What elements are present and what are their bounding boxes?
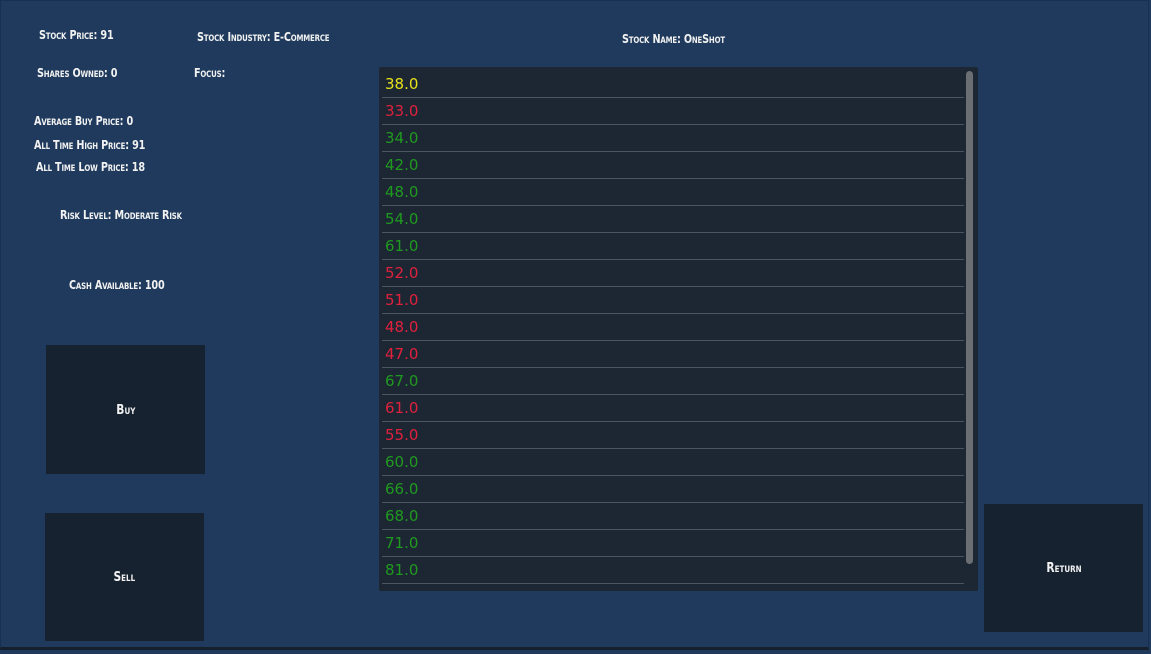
price-value: 54.0 <box>385 210 419 228</box>
price-value: 61.0 <box>385 237 419 255</box>
price-history-row: 81.0 <box>382 557 964 584</box>
sell-button[interactable]: Sell <box>45 513 204 641</box>
price-value: 51.0 <box>385 291 419 309</box>
buy-button[interactable]: Buy <box>46 345 205 474</box>
average-buy-price-label: Average Buy Price: 0 <box>34 113 134 128</box>
price-history-row: 54.0 <box>382 206 964 233</box>
risk-level-label: Risk Level: Moderate Risk <box>60 207 182 222</box>
price-history-row: 48.0 <box>382 314 964 341</box>
price-history-row: 42.0 <box>382 152 964 179</box>
price-history-row: 71.0 <box>382 530 964 557</box>
price-history-row: 47.0 <box>382 341 964 368</box>
price-history-row: 66.0 <box>382 476 964 503</box>
price-list-scrollbar[interactable] <box>966 71 973 564</box>
price-value: 68.0 <box>385 507 419 525</box>
price-history-list[interactable]: 38.0 33.0 34.0 42.0 48.0 54.0 61.0 52.0 51.0 48.0… <box>379 67 978 591</box>
price-history-row: 55.0 <box>382 422 964 449</box>
price-history-row: 60.0 <box>382 449 964 476</box>
sell-button-label: Sell <box>113 569 136 585</box>
buy-button-label: Buy <box>115 401 136 418</box>
price-history-row: 38.0 <box>382 71 964 98</box>
price-value: 66.0 <box>385 480 419 498</box>
return-button-label: Return <box>1045 560 1082 576</box>
price-history-row: 51.0 <box>382 287 964 314</box>
price-value: 55.0 <box>385 426 419 444</box>
stock-name-label: Stock Name: OneShot <box>622 31 725 46</box>
price-value: 67.0 <box>385 372 419 390</box>
stock-industry-label: Stock Industry: E-Commerce <box>197 29 330 44</box>
price-value: 33.0 <box>385 102 419 120</box>
price-value: 38.0 <box>385 75 419 93</box>
price-history-row: 61.0 <box>382 233 964 260</box>
focus-label: Focus: <box>194 65 226 80</box>
price-value: 61.0 <box>385 399 419 417</box>
price-history-row: 67.0 <box>382 368 964 395</box>
return-button[interactable]: Return <box>984 504 1143 632</box>
price-value: 48.0 <box>385 318 419 336</box>
shares-owned-label: Shares Owned: 0 <box>37 65 118 80</box>
all-time-high-label: All Time High Price: 91 <box>34 137 146 152</box>
price-history-row: 61.0 <box>382 395 964 422</box>
price-history-row: 33.0 <box>382 98 964 125</box>
price-history-row: 68.0 <box>382 503 964 530</box>
price-value: 81.0 <box>385 561 419 579</box>
price-value: 34.0 <box>385 129 419 147</box>
price-value: 48.0 <box>385 183 419 201</box>
price-value: 42.0 <box>385 156 419 174</box>
price-history-row: 34.0 <box>382 125 964 152</box>
price-history-row: 52.0 <box>382 260 964 287</box>
stock-price-label: Stock Price: 91 <box>39 27 114 42</box>
price-history-row: 48.0 <box>382 179 964 206</box>
price-value: 60.0 <box>385 453 419 471</box>
price-value: 47.0 <box>385 345 419 363</box>
price-value: 71.0 <box>385 534 419 552</box>
all-time-low-label: All Time Low Price: 18 <box>36 159 145 174</box>
price-value: 52.0 <box>385 264 419 282</box>
cash-available-label: Cash Available: 100 <box>69 277 165 292</box>
